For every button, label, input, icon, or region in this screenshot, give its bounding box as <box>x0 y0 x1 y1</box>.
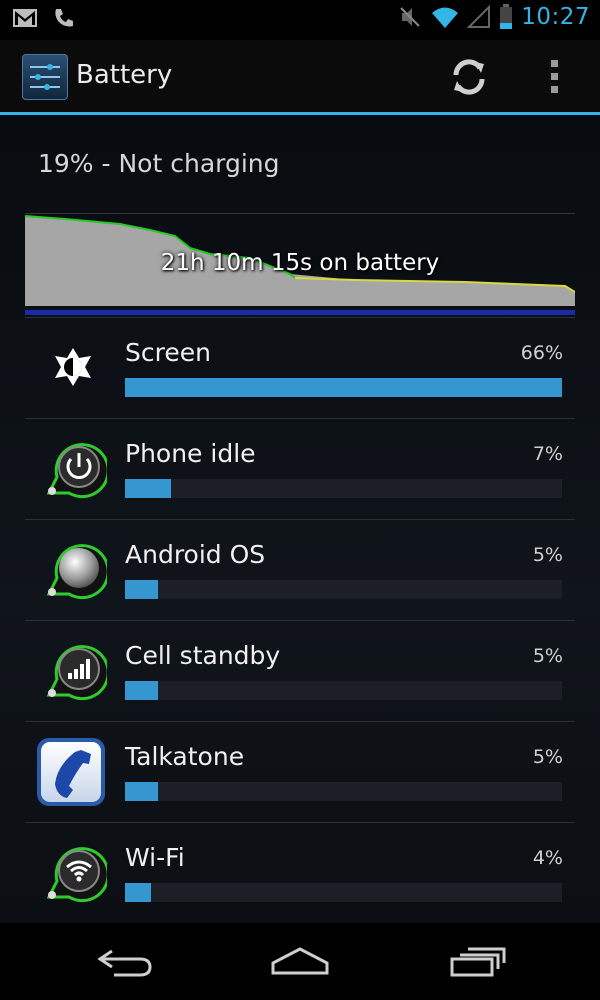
gmail-icon <box>13 9 37 27</box>
usage-bar-track <box>125 883 562 902</box>
usage-item-percent: 4% <box>532 847 563 869</box>
usage-item-name: Screen <box>125 338 211 367</box>
phone-icon <box>55 9 73 27</box>
battery-icon <box>500 4 513 29</box>
usage-item-name: Cell standby <box>125 641 281 670</box>
usage-item-phone-idle[interactable]: Phone idle 7% <box>25 418 575 520</box>
usage-bar-track <box>125 782 562 801</box>
usage-bar-fill <box>125 580 158 599</box>
battery-history-graph[interactable]: 21h 10m 15s on battery <box>24 213 576 311</box>
wifi-icon <box>432 7 459 28</box>
usage-bar-track <box>125 681 562 700</box>
talkatone-icon <box>37 738 107 806</box>
usage-item-name: Talkatone <box>125 742 245 771</box>
usage-item-name: Phone idle <box>125 439 256 468</box>
usage-bar-track <box>125 580 562 599</box>
usage-item-percent: 5% <box>532 544 563 566</box>
usage-item-talkatone[interactable]: Talkatone 5% <box>25 721 575 823</box>
battery-summary: 19% - Not charging <box>38 149 280 178</box>
wifi-icon <box>39 839 110 907</box>
usage-item-percent: 5% <box>532 746 563 768</box>
usage-bar-fill <box>125 479 171 498</box>
usage-item-screen[interactable]: Screen 66% <box>25 317 575 419</box>
usage-bar-fill <box>125 378 562 397</box>
cell-signal-icon <box>39 637 110 705</box>
battery-time-label: 21h 10m 15s on battery <box>160 250 440 276</box>
usage-item-percent: 5% <box>532 645 563 667</box>
usage-bar-track <box>125 479 562 498</box>
usage-bar-fill <box>125 782 158 801</box>
usage-item-name: Android OS <box>125 540 266 569</box>
usage-bar-track <box>125 378 562 397</box>
usage-item-name: Wi-Fi <box>125 843 185 872</box>
power-icon <box>39 435 110 503</box>
recent-apps-icon <box>450 947 506 977</box>
clock: 10:27 <box>521 4 590 30</box>
back-icon <box>97 949 152 977</box>
page-title: Battery <box>76 60 173 90</box>
back-button[interactable] <box>92 941 162 981</box>
usage-item-cell-standby[interactable]: Cell standby 5% <box>25 620 575 722</box>
navigation-bar <box>0 923 600 1000</box>
recent-apps-button[interactable] <box>442 941 512 981</box>
status-bar: 10:27 <box>0 0 600 40</box>
mute-icon <box>400 7 420 27</box>
home-icon <box>271 947 329 975</box>
refresh-button[interactable] <box>448 56 490 98</box>
usage-item-android-os[interactable]: Android OS 5% <box>25 519 575 621</box>
brightness-icon <box>39 334 107 402</box>
overflow-menu-icon <box>551 60 558 93</box>
signal-icon <box>467 5 491 28</box>
refresh-icon <box>453 59 485 95</box>
action-bar: Battery <box>0 40 600 115</box>
usage-bar-fill <box>125 883 151 902</box>
overflow-menu-button[interactable] <box>540 56 570 98</box>
home-button[interactable] <box>265 941 335 981</box>
usage-item-percent: 7% <box>532 443 563 465</box>
battery-content: 19% - Not charging 21h 10m 15s on batter… <box>0 115 600 923</box>
usage-item-percent: 66% <box>520 342 563 364</box>
graph-bottom-band <box>25 310 575 315</box>
usage-bar-fill <box>125 681 158 700</box>
settings-app-icon[interactable] <box>22 54 68 100</box>
usage-item-wifi[interactable]: Wi-Fi 4% <box>25 822 575 924</box>
android-os-icon <box>39 536 110 604</box>
